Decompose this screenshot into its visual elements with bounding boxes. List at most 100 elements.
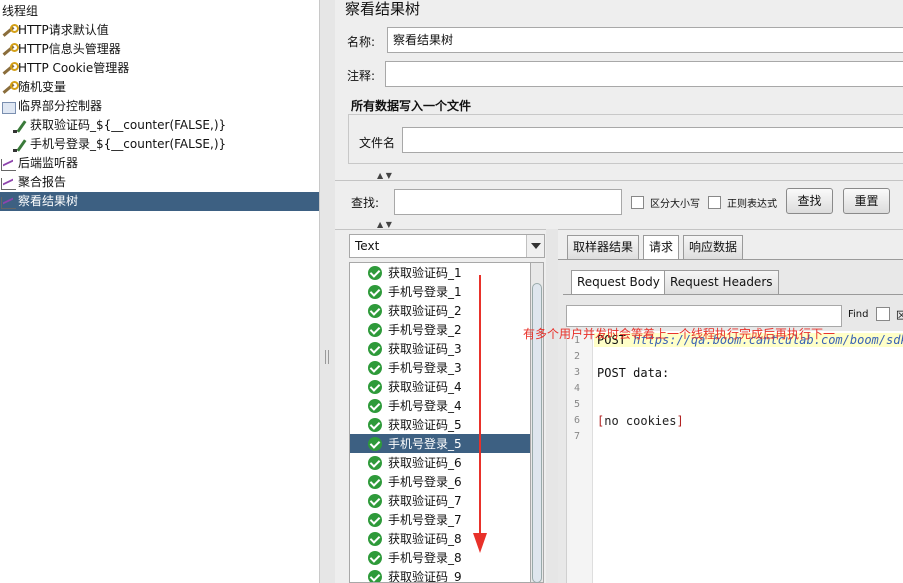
filename-field[interactable] <box>402 127 903 153</box>
result-list-item[interactable]: 手机号登录_7 <box>350 510 530 529</box>
success-check-icon <box>368 322 382 337</box>
tab-request-body[interactable]: Request Body <box>571 270 666 294</box>
results-list[interactable]: 获取验证码_1 手机号登录_1 获取验证码_2 手机号登录_2 获取验证码_3 手机号登录… <box>349 262 530 583</box>
tree-node-http-defaults[interactable]: HTTP请求默认值 <box>0 21 109 40</box>
success-check-icon <box>368 569 382 582</box>
line-number: 5 <box>573 399 580 410</box>
result-label: 获取验证码_3 <box>388 342 462 356</box>
tree-node-thread-group[interactable]: 线程组 <box>2 2 38 21</box>
collapse-arrows[interactable]: ▲ ▼ <box>377 221 392 229</box>
result-list-item[interactable]: 获取验证码_7 <box>350 491 530 510</box>
success-check-icon <box>368 474 382 489</box>
renderer-selected: Text <box>355 239 380 253</box>
divider-grip[interactable] <box>325 350 329 364</box>
pen-icon <box>12 118 28 134</box>
checkbox-box[interactable] <box>631 196 644 209</box>
search-input[interactable] <box>394 189 622 215</box>
tree-node-view-results-tree[interactable]: 察看结果树 <box>0 192 319 211</box>
success-check-icon <box>368 550 382 565</box>
results-split-divider[interactable] <box>546 229 558 583</box>
code-line-6: [no cookies] <box>597 414 684 428</box>
checkbox-label: 区分大小写 <box>650 199 700 210</box>
success-check-icon <box>368 512 382 527</box>
line-number: 6 <box>573 415 580 426</box>
collapse-arrows[interactable]: ▲ ▼ <box>377 172 392 180</box>
subtab-strip-border <box>563 294 903 295</box>
tree-node-label: HTTP Cookie管理器 <box>18 61 130 75</box>
editor-find-option-label: 区 <box>896 311 903 322</box>
result-list-item[interactable]: 手机号登录_2 <box>350 320 530 339</box>
reset-button[interactable]: 重置 <box>843 188 890 214</box>
line-number: 7 <box>573 431 580 442</box>
result-list-item[interactable]: 手机号登录_6 <box>350 472 530 491</box>
renderer-select[interactable]: Text <box>349 234 545 258</box>
result-list-item[interactable]: 获取验证码_3 <box>350 339 530 358</box>
tree-node-critical-section[interactable]: 临界部分控制器 <box>0 97 102 116</box>
success-check-icon <box>368 436 382 451</box>
split-divider[interactable] <box>319 0 335 583</box>
result-list-item[interactable]: 获取验证码_4 <box>350 377 530 396</box>
find-button[interactable]: 查找 <box>786 188 833 214</box>
result-label: 获取验证码_6 <box>388 456 462 470</box>
success-check-icon <box>368 493 382 508</box>
tree-node-phone-login-sampler[interactable]: 手机号登录_${__counter(FALSE,)} <box>12 135 226 154</box>
wrench-icon <box>0 23 19 39</box>
comment-field[interactable] <box>385 61 903 87</box>
separator <box>335 180 903 181</box>
controller-icon <box>0 99 16 115</box>
tree-node-random-variable[interactable]: 随机变量 <box>0 78 66 97</box>
chart-icon <box>0 194 16 210</box>
regex-checkbox[interactable]: 正则表达式 <box>708 195 777 210</box>
success-check-icon <box>368 284 382 299</box>
result-list-item[interactable]: 获取验证码_6 <box>350 453 530 472</box>
tree-node-backend-listener[interactable]: 后端监听器 <box>0 154 78 173</box>
name-field[interactable]: 察看结果树 <box>387 27 903 53</box>
checkbox-box[interactable] <box>708 196 721 209</box>
tree-node-label: 察看结果树 <box>18 194 79 208</box>
tree-node-label: 临界部分控制器 <box>18 99 103 113</box>
chevron-down-icon[interactable] <box>526 235 544 257</box>
result-list-item[interactable]: 获取验证码_5 <box>350 415 530 434</box>
results-scrollbar[interactable] <box>530 262 544 583</box>
wrench-icon <box>0 80 19 96</box>
result-label: 获取验证码_1 <box>388 266 462 280</box>
tree-node-header-manager[interactable]: HTTP信息头管理器 <box>0 40 121 59</box>
line-number: 2 <box>573 351 580 362</box>
result-list-item[interactable]: 手机号登录_4 <box>350 396 530 415</box>
result-list-item[interactable]: 手机号登录_3 <box>350 358 530 377</box>
tab-sampler-result[interactable]: 取样器结果 <box>567 235 640 259</box>
tree-node-label: 获取验证码_${__counter(FALSE,)} <box>30 118 227 132</box>
success-check-icon <box>368 341 382 356</box>
success-check-icon <box>368 455 382 470</box>
tree-node-cookie-manager[interactable]: HTTP Cookie管理器 <box>0 59 129 78</box>
case-sensitive-checkbox[interactable]: 区分大小写 <box>631 195 700 210</box>
result-list-item[interactable]: 手机号登录_8 <box>350 548 530 567</box>
tree-node-get-code-sampler[interactable]: 获取验证码_${__counter(FALSE,)} <box>12 116 226 135</box>
tree-node-label: 随机变量 <box>18 80 67 94</box>
editor-find-input[interactable] <box>566 305 842 327</box>
result-list-item[interactable]: 获取验证码_2 <box>350 301 530 320</box>
result-label: 手机号登录_8 <box>388 551 462 565</box>
success-check-icon <box>368 398 382 413</box>
tab-response-data[interactable]: 响应数据 <box>683 235 744 259</box>
tree-node-aggregate-report[interactable]: 聚合报告 <box>0 173 66 192</box>
tab-request[interactable]: 请求 <box>643 235 680 259</box>
chart-icon <box>0 156 16 172</box>
request-body-editor[interactable]: 1234567 POST https://qa.boom.cantculab.c… <box>566 331 903 583</box>
tree-node-label: 聚合报告 <box>18 175 67 189</box>
result-list-item[interactable]: 获取验证码_8 <box>350 529 530 548</box>
line-number: 4 <box>573 383 580 394</box>
line-number-gutter: 1234567 <box>567 331 593 583</box>
editor-find-checkbox[interactable] <box>876 307 890 321</box>
name-label: 名称: <box>347 35 376 49</box>
tab-request-headers[interactable]: Request Headers <box>664 270 779 294</box>
result-list-item[interactable]: 获取验证码_9 <box>350 567 530 582</box>
result-list-item[interactable]: 获取验证码_1 <box>350 263 530 282</box>
result-list-item[interactable]: 手机号登录_1 <box>350 282 530 301</box>
result-label: 手机号登录_6 <box>388 475 462 489</box>
chart-icon <box>0 175 16 191</box>
result-list-item[interactable]: 手机号登录_5 <box>350 434 530 453</box>
test-plan-tree[interactable]: 线程组 HTTP请求默认值 HTTP信息头管理器 HTTP Cookie管理器 … <box>0 0 319 583</box>
tree-node-label: HTTP请求默认值 <box>18 23 109 37</box>
success-check-icon <box>368 360 382 375</box>
